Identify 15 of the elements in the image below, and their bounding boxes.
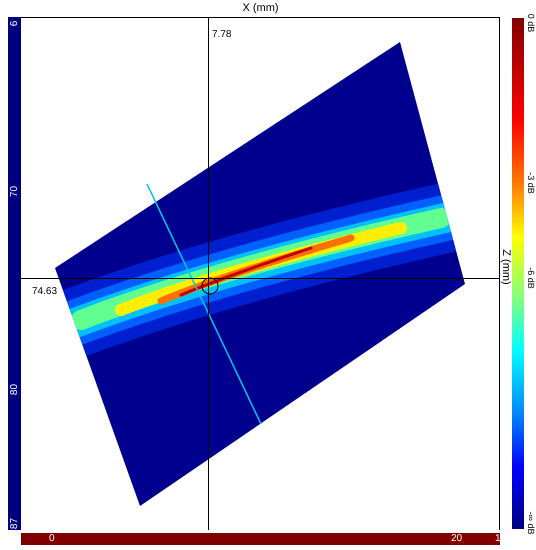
scale-label: -3 dB: [524, 171, 536, 196]
scale-label: 0 dB: [524, 12, 536, 34]
ruler-label: 20: [451, 533, 462, 545]
cursor-readout: 74.63: [32, 285, 58, 299]
ruler-label: 70: [8, 185, 21, 198]
axis-title: Z (mm): [500, 248, 512, 287]
cursor-readout: 7.78: [212, 28, 232, 42]
ruler-label: 87: [8, 517, 21, 530]
ruler-label: 0: [49, 533, 55, 545]
scale-label: -6 dB: [524, 266, 536, 291]
ruler-label: 6: [8, 20, 21, 28]
scale-label: -∞ dB: [524, 510, 536, 536]
axis-title: X (mm): [242, 1, 279, 16]
ruler-label: 80: [8, 383, 21, 396]
ruler-label: 1: [495, 533, 501, 545]
